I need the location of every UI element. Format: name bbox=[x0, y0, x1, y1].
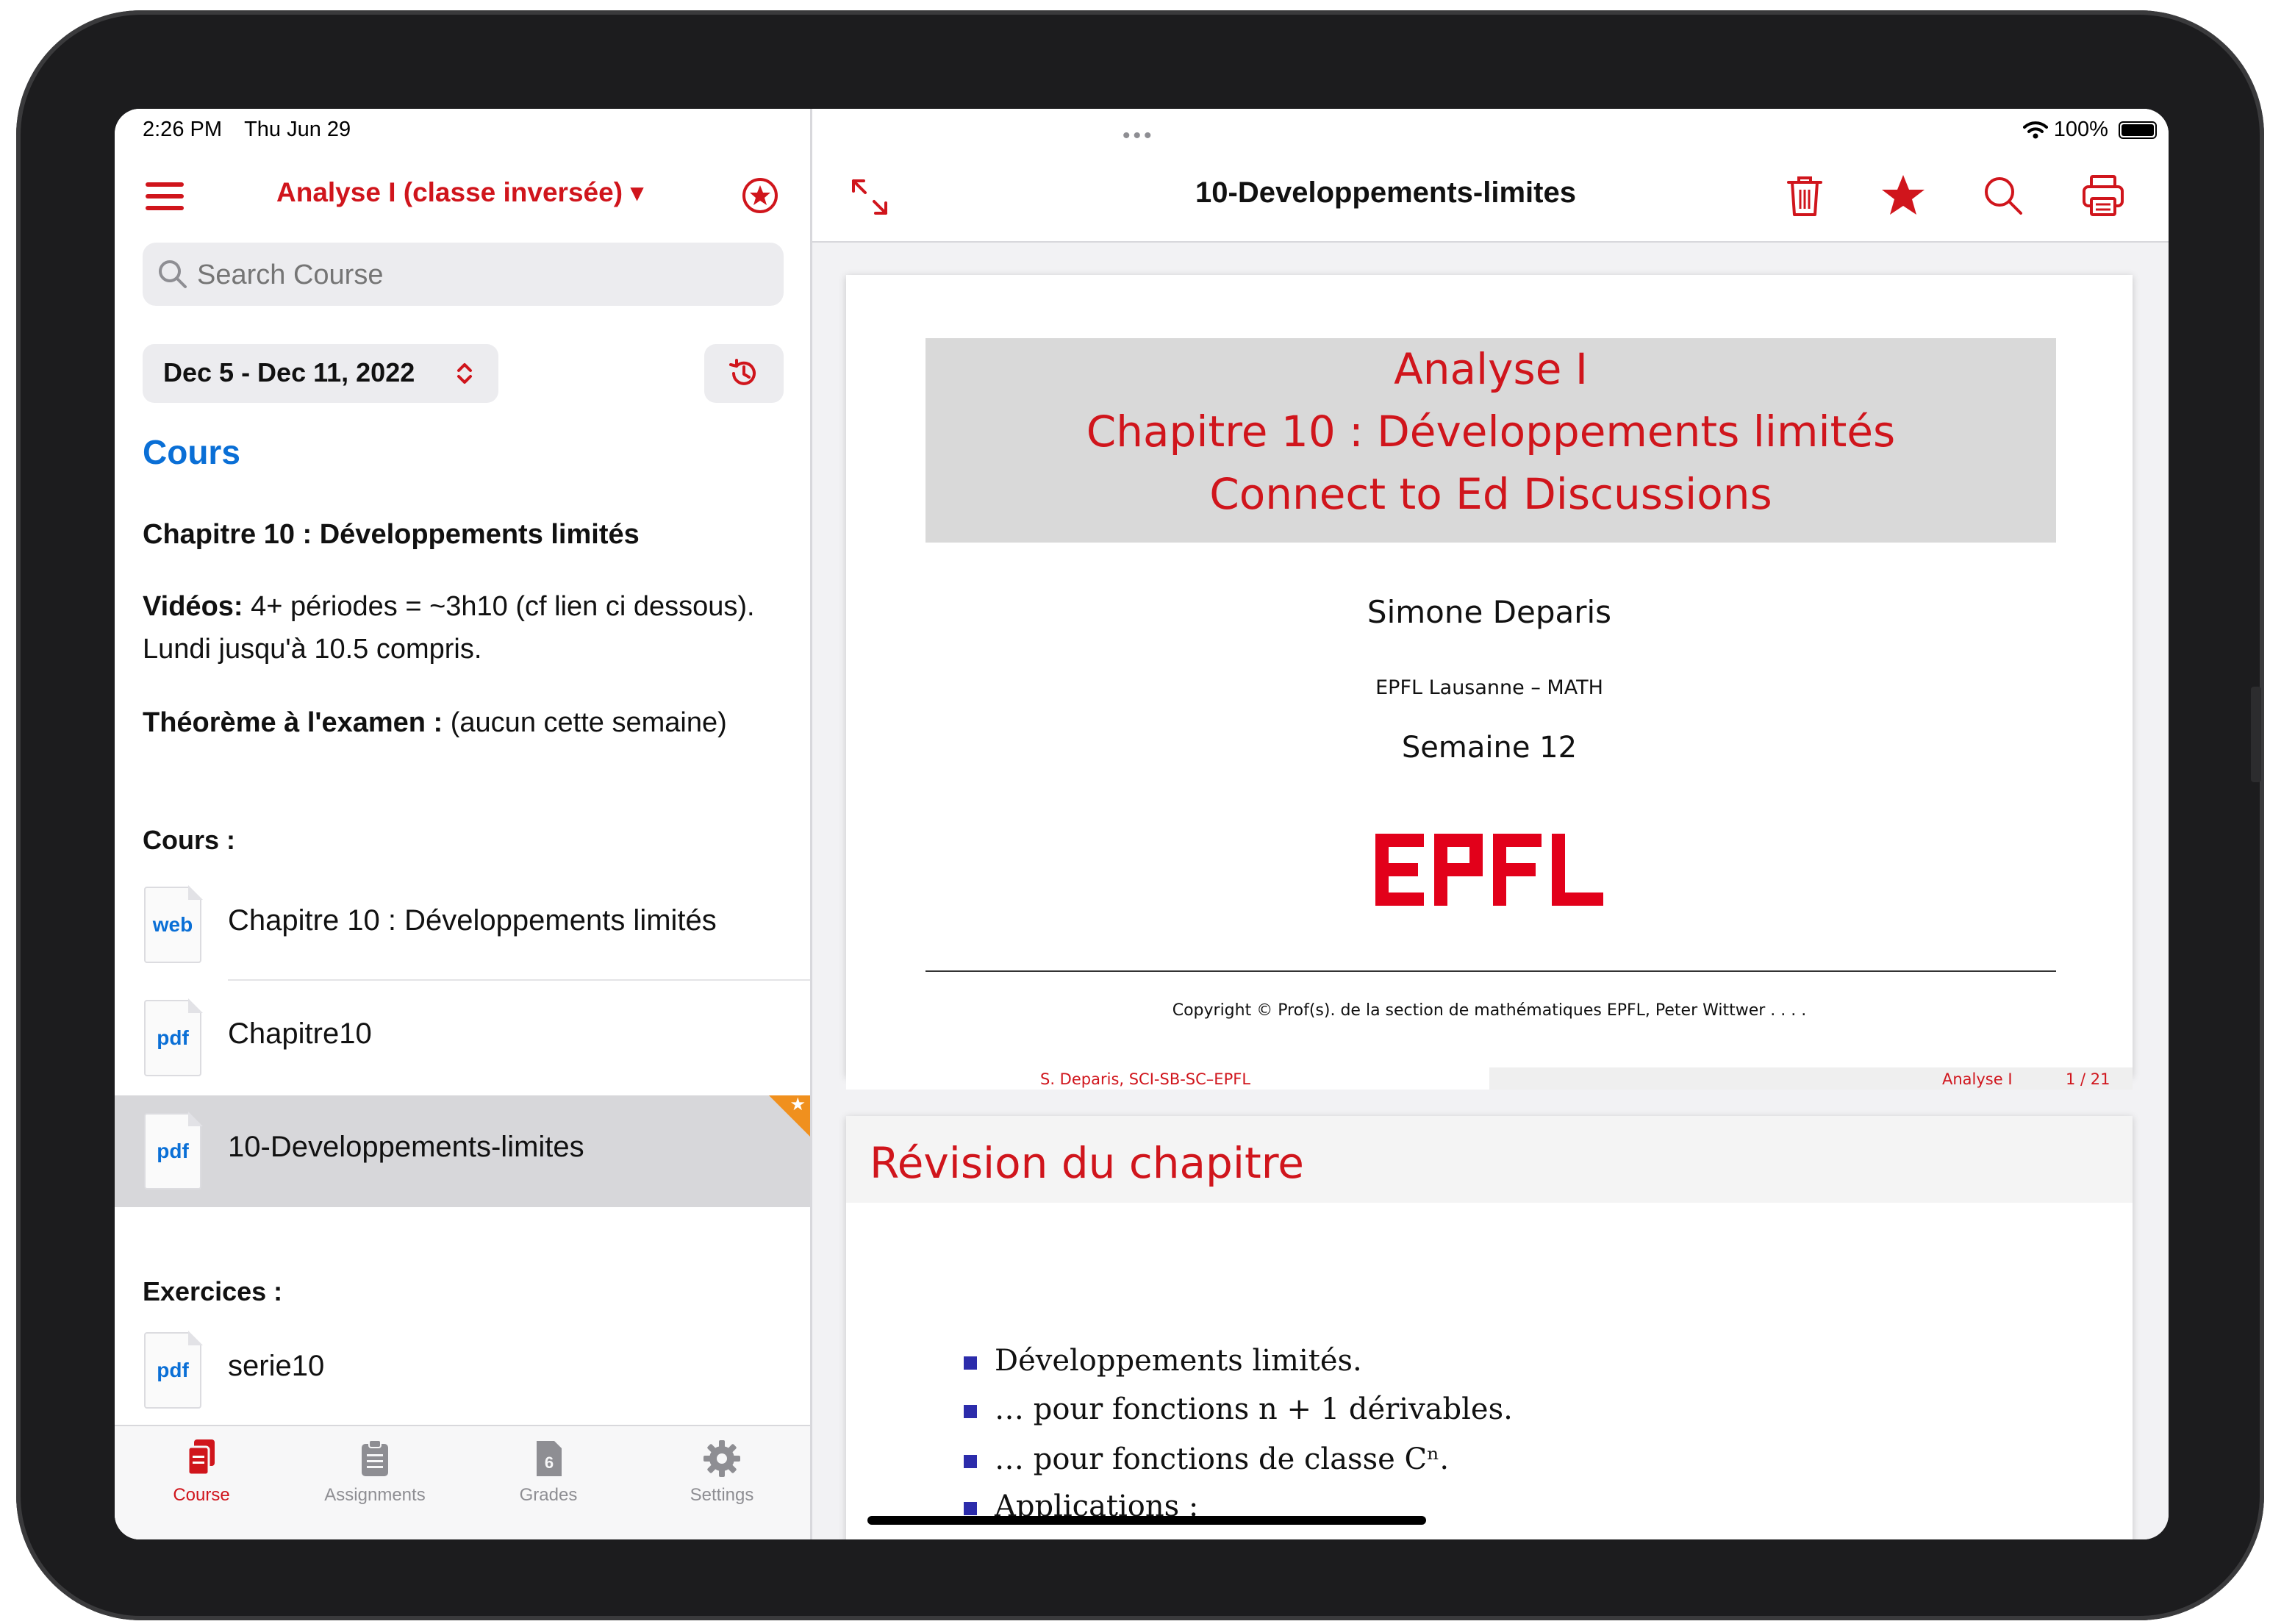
clipboard-icon bbox=[362, 1439, 388, 1476]
slide-affiliation: EPFL Lausanne – MATH bbox=[1375, 676, 1603, 699]
side-button bbox=[2251, 687, 2261, 782]
tab-settings[interactable]: Settings bbox=[635, 1437, 809, 1525]
course-sidebar: 2:26 PM Thu Jun 29 Analyse I (classe inv… bbox=[115, 109, 810, 1539]
tab-label: Course bbox=[173, 1485, 230, 1505]
slide-title-line: Chapitre 10 : Développements limités bbox=[1086, 407, 1896, 457]
tab-label: Settings bbox=[690, 1485, 754, 1505]
pdf-file-icon: pdf bbox=[144, 1112, 203, 1190]
pdf-file-icon: pdf bbox=[144, 1331, 203, 1409]
search-course-field[interactable] bbox=[143, 243, 784, 307]
tab-bar: Course Assignments 6 Grades Settings bbox=[115, 1425, 810, 1539]
tab-grades[interactable]: 6 Grades bbox=[462, 1437, 635, 1525]
status-time: 2:26 PM Thu Jun 29 bbox=[143, 118, 351, 142]
slide2-title: Révision du chapitre bbox=[870, 1138, 1304, 1188]
slide2-header: Révision du chapitre bbox=[846, 1116, 2133, 1203]
status-indicators: 100% bbox=[2022, 118, 2157, 142]
theorem-text: (aucun cette semaine) bbox=[443, 707, 727, 738]
slide2-bullet: … pour fonctions n + 1 dérivables. bbox=[964, 1392, 1513, 1426]
slide-title-line: Analyse I bbox=[1394, 344, 1588, 394]
document-title: 10-Developpements-limites bbox=[1195, 176, 1576, 209]
print-icon[interactable] bbox=[2080, 172, 2127, 219]
list-item-pdf-serie10[interactable]: pdf serie10 bbox=[115, 1314, 810, 1426]
videos-label: Vidéos: bbox=[143, 591, 243, 622]
grade-document-icon: 6 bbox=[537, 1441, 562, 1476]
cours-label: Cours : bbox=[143, 825, 235, 855]
history-button[interactable] bbox=[704, 344, 784, 403]
slide-footer-left: S. Deparis, SCI-SB-SC–EPFL bbox=[846, 1067, 1489, 1090]
search-input[interactable] bbox=[196, 243, 757, 307]
epfl-logo bbox=[1375, 834, 1603, 906]
theorem-label: Théorème à l'examen : bbox=[143, 707, 443, 738]
multitasking-dots-icon[interactable]: ••• bbox=[1123, 124, 1155, 149]
tab-course[interactable]: Course bbox=[115, 1437, 288, 1525]
slide2-bullet: … pour fonctions de classe Cⁿ. bbox=[964, 1442, 1449, 1476]
pdf-file-icon: pdf bbox=[144, 998, 203, 1076]
row-separator bbox=[228, 979, 810, 981]
ipad-screen: 2:26 PM Thu Jun 29 Analyse I (classe inv… bbox=[115, 109, 2169, 1539]
document-viewer: ••• 100% 10-Developpements-limites Analy… bbox=[812, 109, 2169, 1539]
tab-label: Grades bbox=[519, 1485, 578, 1505]
tab-label: Assignments bbox=[324, 1485, 426, 1505]
slide-copyright: Copyright © Prof(s). de la section de ma… bbox=[1172, 1001, 1807, 1020]
gear-icon bbox=[703, 1440, 740, 1477]
documents-icon bbox=[187, 1439, 215, 1476]
footer-author: S. Deparis, SCI-SB-SC–EPFL bbox=[1040, 1070, 1251, 1088]
star-icon: ★ bbox=[790, 1095, 806, 1115]
list-item-pdf-selected[interactable]: pdf 10-Developpements-limites ★ bbox=[115, 1095, 810, 1207]
svg-text:6: 6 bbox=[545, 1453, 554, 1472]
tab-assignments[interactable]: Assignments bbox=[288, 1437, 462, 1525]
history-clock-icon bbox=[729, 359, 756, 385]
slide2-bullet: Développements limités. bbox=[964, 1344, 1362, 1378]
section-title: Cours bbox=[143, 433, 240, 471]
search-icon[interactable] bbox=[1980, 172, 2027, 219]
date-range-label: Dec 5 - Dec 11, 2022 bbox=[163, 357, 415, 387]
pdf-page-1[interactable]: Analyse I Chapitre 10 : Développements l… bbox=[846, 275, 2133, 1090]
search-icon bbox=[159, 260, 187, 288]
favorites-star-circle-icon[interactable] bbox=[741, 176, 779, 215]
trash-icon[interactable] bbox=[1781, 172, 1828, 219]
item-name: Chapitre 10 : Développements limités bbox=[228, 904, 717, 937]
list-item-web-chapitre10[interactable]: web Chapitre 10 : Développements limités bbox=[115, 869, 810, 981]
chapter-heading: Chapitre 10 : Développements limités bbox=[143, 519, 640, 550]
status-date: Thu Jun 29 bbox=[244, 118, 351, 141]
viewer-toolbar: ••• 100% 10-Developpements-limites bbox=[812, 109, 2169, 243]
slide-footer-right: Analyse I 1 / 21 bbox=[1489, 1067, 2133, 1090]
week-selector[interactable]: Dec 5 - Dec 11, 2022 bbox=[143, 344, 498, 403]
item-name: Chapitre10 bbox=[228, 1017, 372, 1050]
chevron-up-down-icon bbox=[457, 363, 472, 384]
status-time-value: 2:26 PM bbox=[143, 118, 222, 141]
wifi-icon bbox=[2022, 121, 2048, 139]
slide-title-block: Analyse I Chapitre 10 : Développements l… bbox=[925, 338, 2056, 543]
item-name: 10-Developpements-limites bbox=[228, 1131, 584, 1163]
expand-icon[interactable] bbox=[849, 176, 890, 218]
list-item-pdf-chapitre10[interactable]: pdf Chapitre10 bbox=[115, 982, 810, 1094]
slide-author: Simone Deparis bbox=[1367, 594, 1612, 630]
slide-title-line: Connect to Ed Discussions bbox=[1209, 469, 1772, 519]
footer-page: 1 / 21 bbox=[2066, 1070, 2110, 1088]
web-file-icon: web bbox=[144, 885, 203, 963]
theorem-paragraph: Théorème à l'examen : (aucun cette semai… bbox=[143, 701, 727, 744]
videos-paragraph: Vidéos: 4+ périodes = ~3h10 (cf lien ci … bbox=[143, 585, 790, 670]
footer-course: Analyse I bbox=[1942, 1070, 2013, 1088]
hamburger-menu-icon[interactable] bbox=[146, 182, 184, 210]
home-indicator[interactable] bbox=[867, 1516, 1426, 1525]
star-icon[interactable] bbox=[1880, 172, 1927, 219]
battery-percent: 100% bbox=[2053, 118, 2108, 141]
exercices-label: Exercices : bbox=[143, 1276, 283, 1306]
course-selector[interactable]: Analyse I (classe inversée) ▾ bbox=[276, 176, 644, 208]
item-name: serie10 bbox=[228, 1350, 325, 1382]
battery-icon bbox=[2119, 121, 2157, 140]
slide-rule bbox=[925, 970, 2056, 972]
pdf-page-2[interactable]: Révision du chapitre Développements limi… bbox=[846, 1116, 2133, 1539]
slide-week: Semaine 12 bbox=[1401, 731, 1578, 765]
